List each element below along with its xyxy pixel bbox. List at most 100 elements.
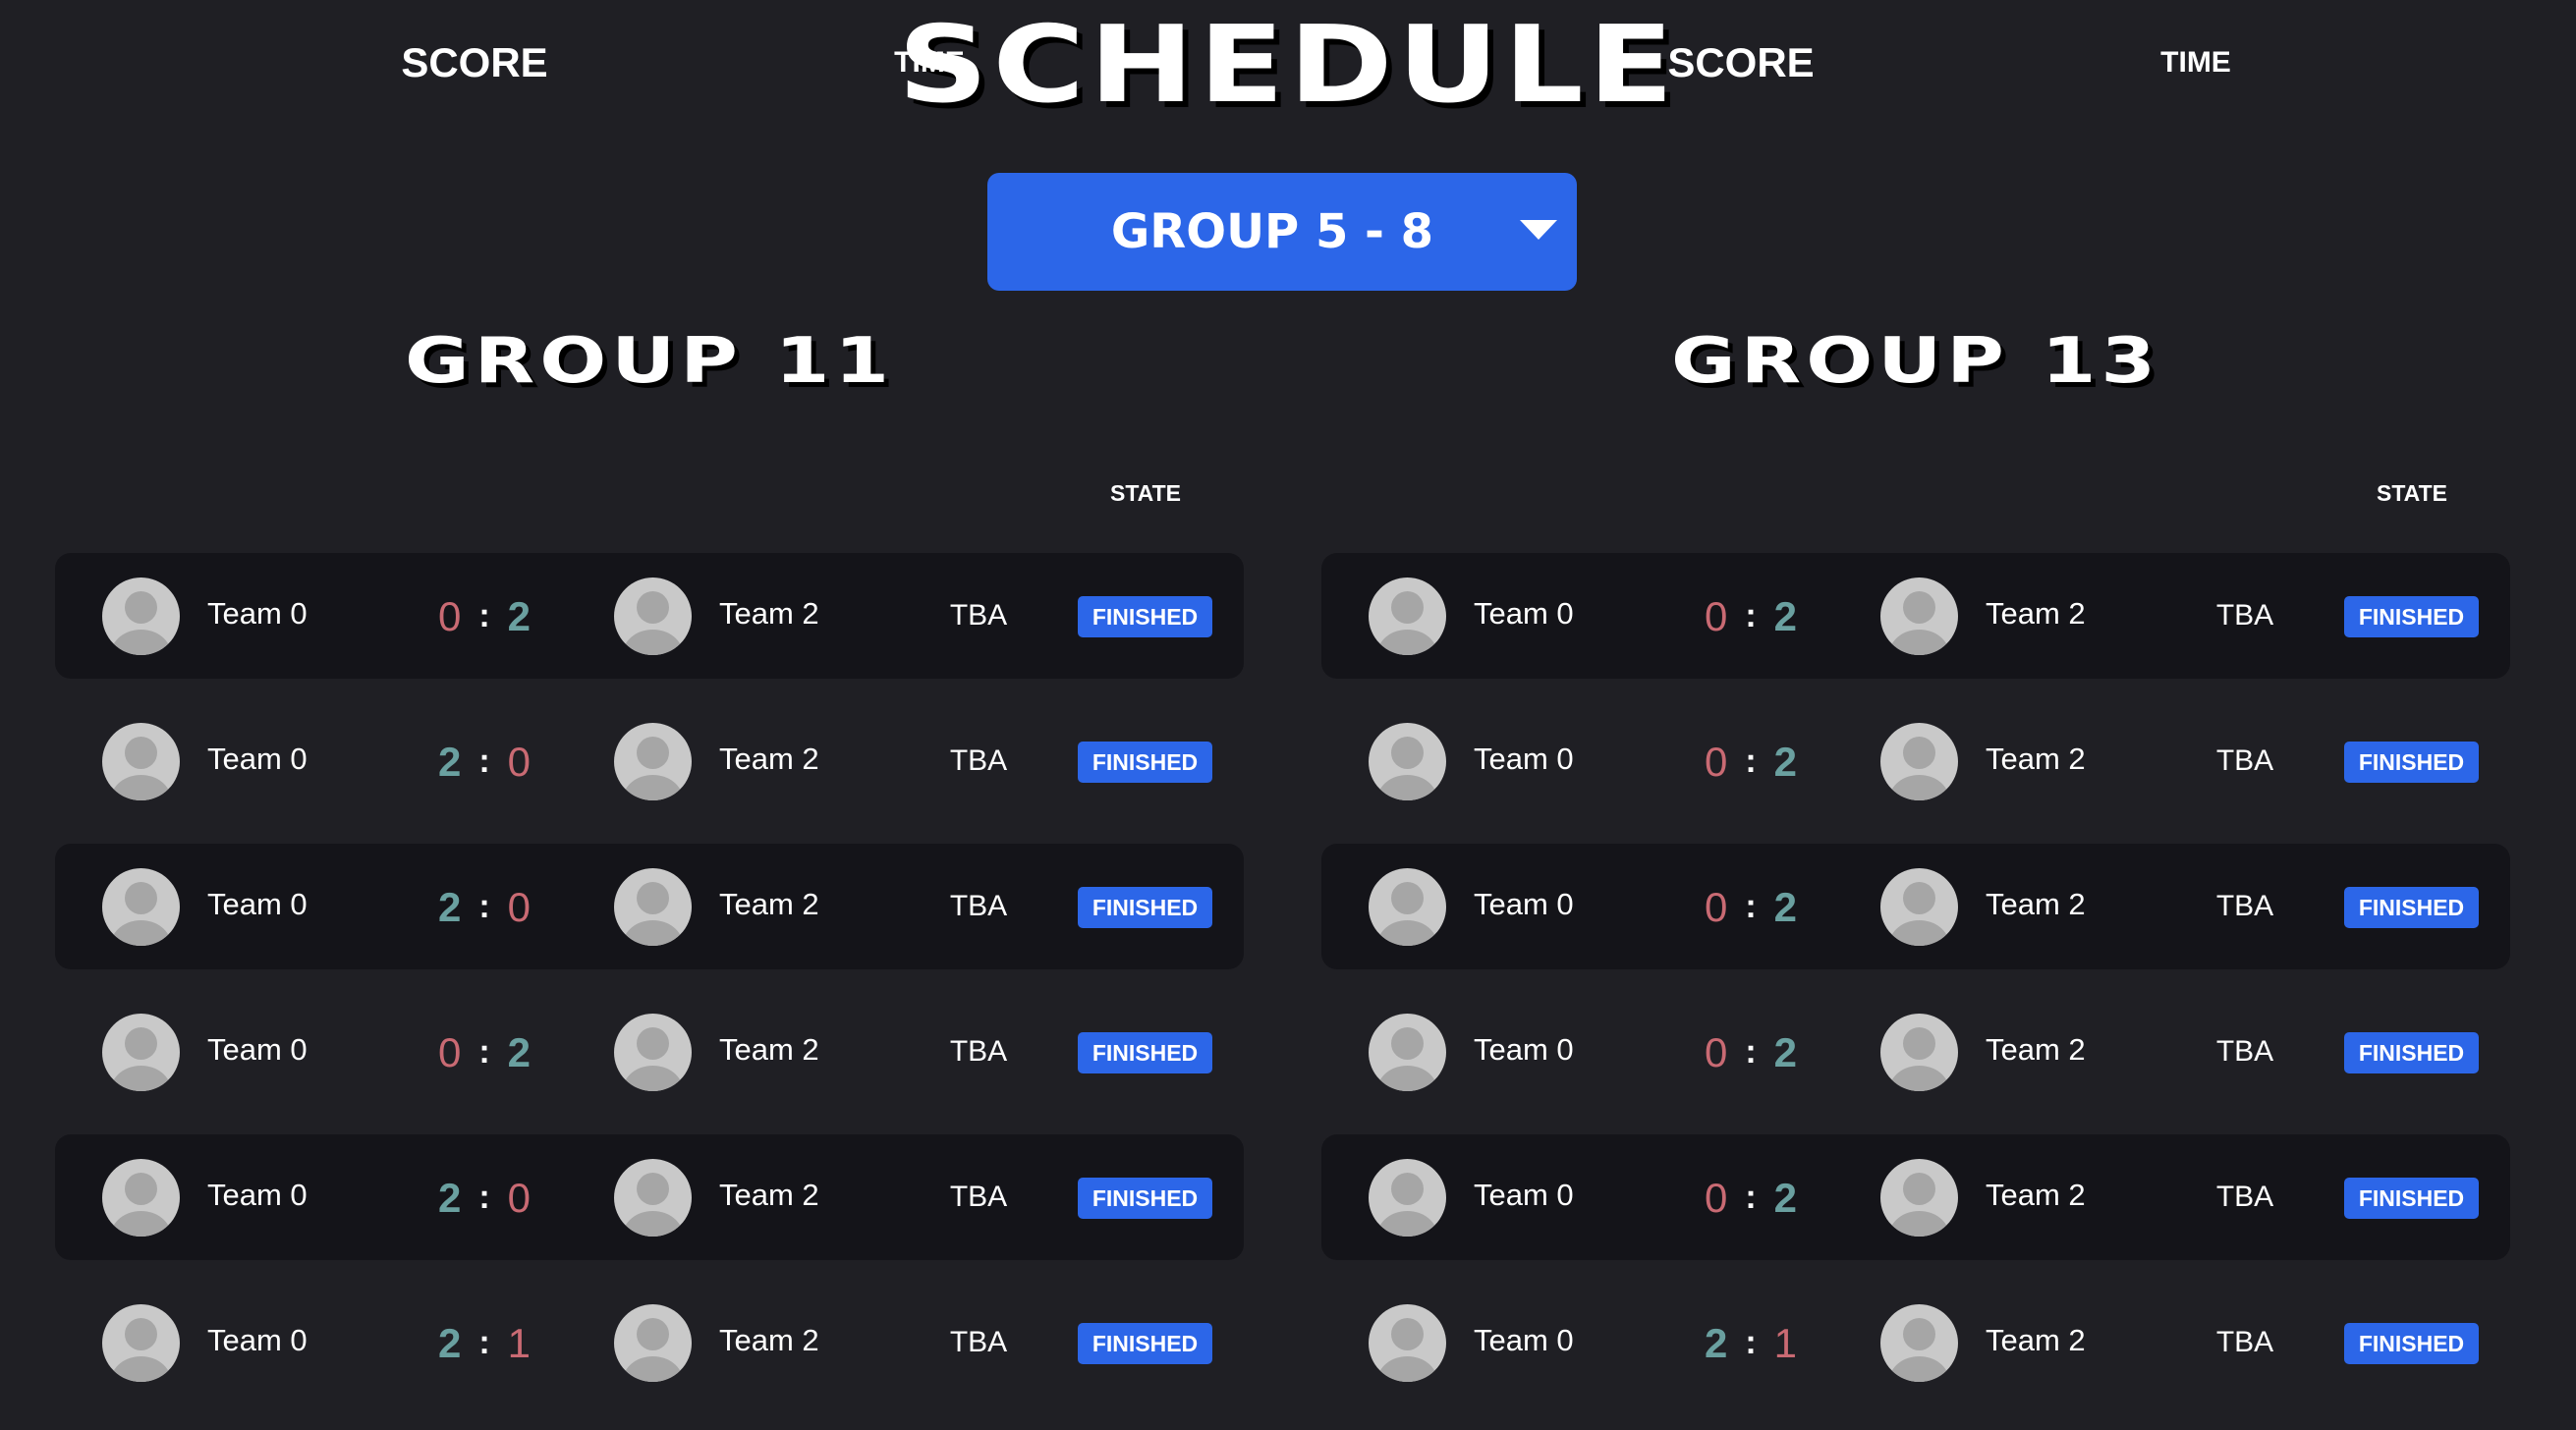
user-avatar-icon <box>1369 1159 1446 1237</box>
column-header-state: STATE <box>2377 480 2447 506</box>
match-time: TBA <box>2215 599 2274 632</box>
team-name-home: Team 0 <box>207 1323 308 1357</box>
match-score: 0:2 <box>1662 553 1839 679</box>
user-avatar-icon <box>102 578 180 655</box>
match-score: 0:2 <box>1662 989 1839 1115</box>
team-name-away: Team 2 <box>719 596 819 631</box>
match-row[interactable]: Team 0 2:0 Team 2 TBA FINISHED <box>55 844 1244 969</box>
match-row[interactable]: Team 0 2:1 Team 2 TBA FINISHED <box>55 1280 1244 1405</box>
user-avatar-icon <box>614 578 692 655</box>
score-away: 2 <box>1773 593 1798 639</box>
match-row[interactable]: Team 0 0:2 Team 2 TBA FINISHED <box>1321 989 2510 1115</box>
match-time: TBA <box>2215 1181 2274 1213</box>
column-header-score: SCORE <box>1667 39 1815 85</box>
score-away: 0 <box>507 884 532 930</box>
team-name-away: Team 2 <box>719 1178 819 1212</box>
score-away: 2 <box>1773 739 1798 785</box>
user-avatar-icon <box>1880 868 1958 946</box>
column-header-score: SCORE <box>401 39 548 85</box>
match-row[interactable]: Team 0 2:0 Team 2 TBA FINISHED <box>55 698 1244 824</box>
team-name-home: Team 0 <box>207 1032 308 1067</box>
match-row[interactable]: Team 0 0:2 Team 2 TBA FINISHED <box>1321 698 2510 824</box>
team-name-away: Team 2 <box>1986 1323 2086 1357</box>
user-avatar-icon <box>1369 723 1446 800</box>
user-avatar-icon <box>1880 1159 1958 1237</box>
score-away: 2 <box>507 1029 532 1075</box>
user-avatar-icon <box>1880 578 1958 655</box>
score-separator: : <box>478 1179 490 1216</box>
score-away: 2 <box>507 593 532 639</box>
match-score: 0:2 <box>1662 844 1839 969</box>
team-name-away: Team 2 <box>1986 1178 2086 1212</box>
score-separator: : <box>1745 742 1757 780</box>
score-away: 1 <box>507 1320 532 1366</box>
column-header-time: TIME <box>894 46 965 79</box>
user-avatar-icon <box>1880 1014 1958 1091</box>
team-name-away: Team 2 <box>1986 742 2086 776</box>
column-header-state: STATE <box>1110 480 1181 506</box>
score-separator: : <box>1745 597 1757 634</box>
match-score: 2:0 <box>396 698 573 824</box>
match-list: Team 0 0:2 Team 2 TBA FINISHED Team 0 2:0 Team … <box>55 553 1244 1425</box>
team-name-home: Team 0 <box>1474 1178 1574 1212</box>
match-row[interactable]: Team 0 0:2 Team 2 TBA FINISHED <box>1321 553 2510 679</box>
match-row[interactable]: Team 0 2:1 Team 2 TBA FINISHED <box>1321 1280 2510 1405</box>
score-home: 2 <box>437 1320 462 1366</box>
score-separator: : <box>478 597 490 634</box>
score-away: 2 <box>1773 884 1798 930</box>
score-separator: : <box>478 742 490 780</box>
score-away: 0 <box>507 1175 532 1221</box>
group-title: GROUP 13 <box>1670 325 2161 398</box>
score-home: 0 <box>1704 884 1728 930</box>
team-name-home: Team 0 <box>207 596 308 631</box>
user-avatar-icon <box>1880 723 1958 800</box>
team-name-home: Team 0 <box>1474 596 1574 631</box>
match-time: TBA <box>949 890 1008 922</box>
status-badge: FINISHED <box>1078 596 1212 637</box>
match-row[interactable]: Team 0 2:0 Team 2 TBA FINISHED <box>55 1134 1244 1260</box>
match-row[interactable]: Team 0 0:2 Team 2 TBA FINISHED <box>55 553 1244 679</box>
team-name-home: Team 0 <box>1474 1032 1574 1067</box>
match-row[interactable]: Team 0 0:2 Team 2 TBA FINISHED <box>55 989 1244 1115</box>
score-separator: : <box>1745 1033 1757 1071</box>
user-avatar-icon <box>102 723 180 800</box>
team-name-home: Team 0 <box>1474 887 1574 921</box>
team-name-away: Team 2 <box>1986 1032 2086 1067</box>
score-separator: : <box>478 888 490 925</box>
score-home: 2 <box>437 739 462 785</box>
match-score: 0:2 <box>396 989 573 1115</box>
status-badge: FINISHED <box>1078 1178 1212 1219</box>
score-separator: : <box>1745 888 1757 925</box>
status-badge: FINISHED <box>1078 1032 1212 1073</box>
group-panel-left: GROUP 11 SCORE TIME STATE Team 0 0:2 Team … <box>55 0 1244 1430</box>
match-time: TBA <box>949 1326 1008 1358</box>
column-header-time: TIME <box>2160 46 2231 79</box>
status-badge: FINISHED <box>1078 887 1212 928</box>
match-time: TBA <box>949 1181 1008 1213</box>
status-badge: FINISHED <box>1078 1323 1212 1364</box>
score-home: 0 <box>1704 1029 1728 1075</box>
status-badge: FINISHED <box>1078 742 1212 783</box>
user-avatar-icon <box>102 1304 180 1382</box>
user-avatar-icon <box>1369 1014 1446 1091</box>
score-home: 0 <box>1704 739 1728 785</box>
status-badge: FINISHED <box>2344 596 2479 637</box>
team-name-home: Team 0 <box>207 1178 308 1212</box>
match-score: 2:0 <box>396 844 573 969</box>
match-time: TBA <box>2215 744 2274 777</box>
score-away: 2 <box>1773 1175 1798 1221</box>
match-score: 0:2 <box>1662 1134 1839 1260</box>
team-name-home: Team 0 <box>1474 742 1574 776</box>
match-row[interactable]: Team 0 0:2 Team 2 TBA FINISHED <box>1321 1134 2510 1260</box>
match-row[interactable]: Team 0 0:2 Team 2 TBA FINISHED <box>1321 844 2510 969</box>
match-score: 2:1 <box>396 1280 573 1405</box>
score-home: 2 <box>437 1175 462 1221</box>
score-away: 1 <box>1773 1320 1798 1366</box>
user-avatar-icon <box>1369 578 1446 655</box>
group-panel-right: GROUP 13 SCORE TIME STATE Team 0 0:2 Team … <box>1321 0 2510 1430</box>
match-list: Team 0 0:2 Team 2 TBA FINISHED Team 0 0:2 Team … <box>1321 553 2510 1425</box>
match-time: TBA <box>949 599 1008 632</box>
score-away: 0 <box>507 739 532 785</box>
team-name-away: Team 2 <box>719 1323 819 1357</box>
score-separator: : <box>478 1324 490 1361</box>
